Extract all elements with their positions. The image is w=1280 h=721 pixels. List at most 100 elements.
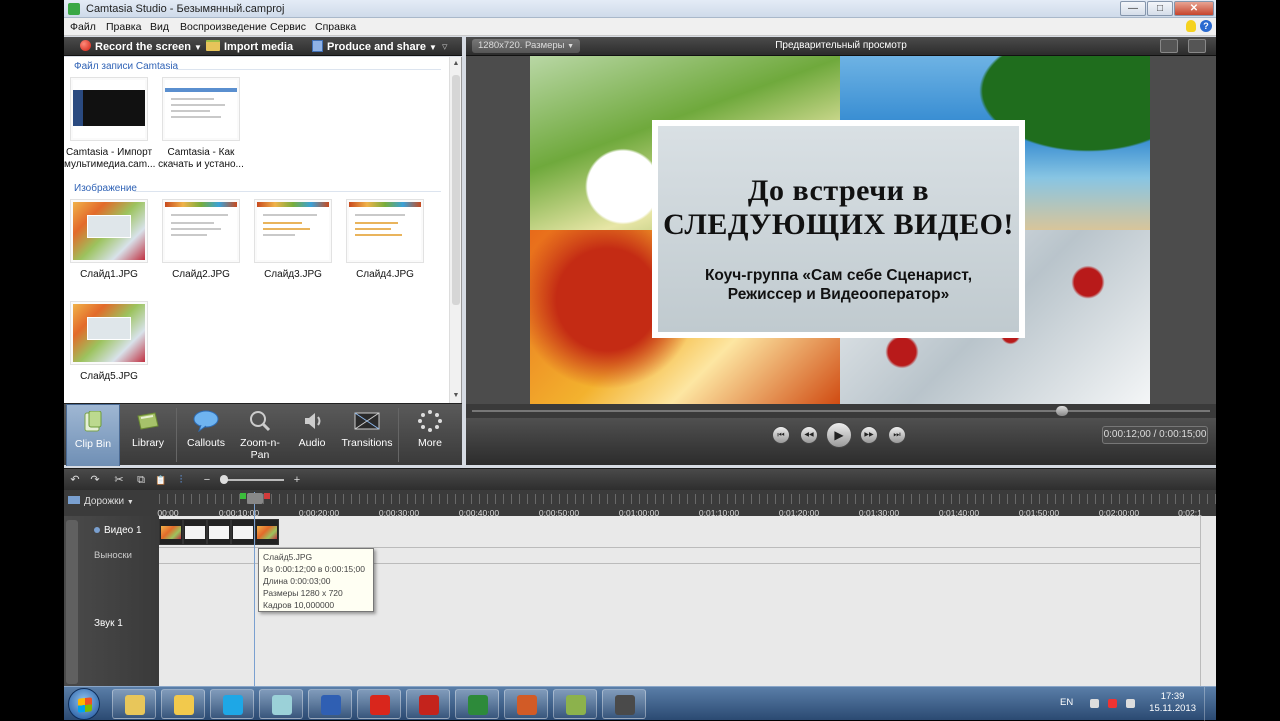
- image-thumbnail-4[interactable]: [346, 199, 424, 263]
- in-marker[interactable]: [240, 493, 246, 499]
- timeline-clip[interactable]: [159, 519, 183, 545]
- timeline-clip[interactable]: [255, 519, 279, 545]
- menu-view[interactable]: Вид: [150, 21, 169, 33]
- recording-thumbnail-2[interactable]: [162, 77, 240, 141]
- recording-thumbnail-1[interactable]: [70, 77, 148, 141]
- zoom-slider-knob[interactable]: [220, 475, 228, 484]
- cut-icon[interactable]: ✂: [112, 473, 126, 487]
- maximize-button[interactable]: □: [1147, 1, 1173, 16]
- track-audio-1[interactable]: Звук 1: [94, 618, 123, 629]
- timeline-zoom-slider[interactable]: [224, 479, 284, 481]
- produce-share-button[interactable]: Produce and share ▼: [312, 40, 437, 53]
- tab-more[interactable]: More: [400, 404, 460, 466]
- tab-callouts[interactable]: Callouts: [178, 404, 234, 466]
- tab-transitions[interactable]: Transitions: [338, 404, 396, 466]
- video-track-lane[interactable]: [159, 516, 1200, 548]
- image-thumbnail-3[interactable]: [254, 199, 332, 263]
- explorer-app-taskbar-button[interactable]: [112, 689, 156, 719]
- image-thumbnail-2[interactable]: [162, 199, 240, 263]
- preview-title: Предварительный просмотр: [775, 40, 907, 51]
- help-icon[interactable]: ?: [1200, 20, 1212, 32]
- record-icon: [80, 40, 91, 51]
- detach-preview-icon[interactable]: [1188, 39, 1206, 53]
- tab-audio[interactable]: Audio: [286, 404, 338, 466]
- track-bullet-icon: [94, 527, 100, 533]
- skype-app-taskbar-button[interactable]: [210, 689, 254, 719]
- tray-network-icon[interactable]: [1108, 699, 1117, 708]
- tooltip-range: Из 0:00:12;00 в 0:00:15;00: [263, 564, 365, 574]
- paste-icon[interactable]: 📋: [154, 473, 168, 487]
- seek-knob[interactable]: [1056, 406, 1069, 416]
- menu-tools[interactable]: Сервис: [270, 21, 306, 33]
- undo-icon[interactable]: ↶: [68, 473, 82, 487]
- close-button[interactable]: ✕: [1174, 1, 1214, 16]
- image-thumbnail-5[interactable]: [70, 301, 148, 365]
- recorder-app-icon: [615, 695, 635, 715]
- clip-bin-scrollbar[interactable]: ▲ ▼: [449, 57, 461, 403]
- next-clip-button[interactable]: ⏭: [888, 426, 906, 444]
- rewind-button[interactable]: ◀◀: [800, 426, 818, 444]
- fast-forward-button[interactable]: ▶▶: [860, 426, 878, 444]
- import-media-button[interactable]: Import media: [206, 40, 293, 53]
- timeline-clip[interactable]: [207, 519, 231, 545]
- tab-clip-bin[interactable]: Clip Bin: [66, 404, 120, 466]
- tab-library[interactable]: Library: [122, 404, 174, 466]
- toolbar-collapse-icon[interactable]: ▿: [442, 40, 448, 53]
- clip-bin-icon: [84, 410, 102, 432]
- excel-app-taskbar-button[interactable]: [455, 689, 499, 719]
- yandex-app-taskbar-button[interactable]: [357, 689, 401, 719]
- camtasia-app-taskbar-button[interactable]: [553, 689, 597, 719]
- track-header-handle[interactable]: [66, 520, 78, 684]
- split-icon[interactable]: ⫶: [174, 473, 188, 487]
- playhead-handle[interactable]: [247, 493, 263, 504]
- tab-zoom-n-pan[interactable]: Zoom-n- Pan: [234, 404, 286, 466]
- previous-clip-button[interactable]: ⏮: [772, 426, 790, 444]
- redo-icon[interactable]: ↷: [88, 473, 102, 487]
- out-marker[interactable]: [264, 493, 270, 499]
- zoom-out-icon[interactable]: −: [200, 473, 214, 487]
- timeline-clip[interactable]: [231, 519, 255, 545]
- image-caption: Слайд5.JPG: [80, 371, 138, 382]
- menu-playback[interactable]: Воспроизведение: [180, 21, 267, 33]
- powerpoint-app-taskbar-button[interactable]: [504, 689, 548, 719]
- menu-help[interactable]: Справка: [315, 21, 356, 33]
- chrome-app-taskbar-button[interactable]: [161, 689, 205, 719]
- tray-flag-icon[interactable]: [1090, 699, 1099, 708]
- tip-bulb-icon[interactable]: [1186, 20, 1196, 32]
- fullscreen-icon[interactable]: [1160, 39, 1178, 53]
- timeline-clip[interactable]: [183, 519, 207, 545]
- seek-track[interactable]: [472, 410, 1210, 412]
- divider: [176, 69, 441, 70]
- scroll-thumb[interactable]: [452, 75, 460, 305]
- language-indicator[interactable]: EN: [1060, 697, 1073, 708]
- divider: [134, 191, 441, 192]
- show-desktop-button[interactable]: [1204, 687, 1216, 721]
- zoom-in-icon[interactable]: +: [290, 473, 304, 487]
- menu-file[interactable]: Файл: [70, 21, 96, 33]
- menu-edit[interactable]: Правка: [106, 21, 141, 33]
- acrobat-app-taskbar-button[interactable]: [406, 689, 450, 719]
- track-video-1[interactable]: Видео 1: [94, 525, 142, 536]
- minimize-button[interactable]: —: [1120, 1, 1146, 16]
- image-thumbnail-1[interactable]: [70, 199, 148, 263]
- track-callouts[interactable]: Выноски: [94, 550, 132, 561]
- recorder-app-taskbar-button[interactable]: [602, 689, 646, 719]
- word-app-icon: [321, 695, 341, 715]
- scroll-up-icon[interactable]: ▲: [452, 60, 460, 68]
- seek-bar[interactable]: [466, 404, 1216, 418]
- word-app-taskbar-button[interactable]: [308, 689, 352, 719]
- folder-icon: [206, 40, 220, 51]
- tracks-dropdown[interactable]: Дорожки ▼: [68, 496, 134, 507]
- timeline-scrollbar[interactable]: [1200, 516, 1216, 686]
- start-button[interactable]: [68, 688, 100, 720]
- copy-icon[interactable]: ⧉: [134, 473, 148, 487]
- system-tray: EN 17:39 15.11.2013: [1016, 687, 1216, 721]
- timeline-ruler[interactable]: Дорожки ▼ 00;00 0:00:10;00 0:00:20;00 0:…: [64, 490, 1216, 518]
- files-app-taskbar-button[interactable]: [259, 689, 303, 719]
- scroll-down-icon[interactable]: ▼: [452, 392, 460, 400]
- record-screen-button[interactable]: Record the screen ▼: [80, 40, 202, 53]
- excel-app-icon: [468, 695, 488, 715]
- play-button[interactable]: ▶: [826, 422, 852, 448]
- clock[interactable]: 17:39 15.11.2013: [1149, 691, 1196, 715]
- tray-volume-icon[interactable]: [1126, 699, 1135, 708]
